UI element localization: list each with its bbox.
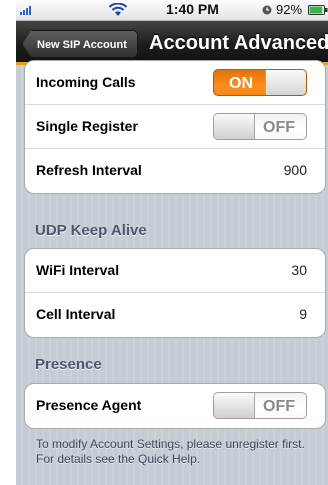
cell-interval-label: Cell Interval — [36, 306, 116, 322]
cell-interval-value: 9 — [299, 306, 307, 322]
toggle-knob — [214, 114, 255, 139]
wifi-icon — [108, 3, 128, 16]
toggle-off-text: OFF — [263, 398, 295, 415]
single-register-toggle[interactable]: OFF — [213, 113, 307, 140]
toggle-on-text: ON — [229, 75, 253, 92]
single-register-label: Single Register — [36, 118, 138, 134]
footer-note: To modify Account Settings, please unreg… — [36, 437, 305, 466]
signal-icon — [20, 5, 31, 15]
back-button[interactable]: New SIP Account — [22, 30, 138, 58]
wifi-interval-row[interactable]: WiFi Interval 30 — [25, 249, 325, 293]
toggle-off-text: OFF — [263, 119, 295, 136]
presence-agent-row: Presence Agent OFF — [25, 384, 325, 428]
status-time: 1:40 PM — [166, 1, 219, 17]
page-title: Account Advanced — [149, 32, 328, 54]
presence-group: Presence Agent OFF — [24, 383, 326, 429]
refresh-interval-value: 900 — [283, 162, 307, 178]
navigation-bar: New SIP Account Account Advanced — [16, 21, 328, 65]
wifi-interval-label: WiFi Interval — [36, 262, 120, 278]
toggle-knob — [265, 70, 306, 95]
incoming-calls-label: Incoming Calls — [36, 74, 136, 90]
presence-header: Presence — [35, 356, 102, 373]
toggle-knob — [214, 393, 255, 418]
phone-screen: 1:40 PM 92% New SIP Account Account Adva… — [16, 0, 328, 485]
presence-agent-toggle[interactable]: OFF — [213, 392, 307, 419]
single-register-row: Single Register OFF — [25, 105, 325, 149]
status-bar: 1:40 PM 92% — [16, 0, 328, 21]
battery-percent: 92% — [276, 2, 303, 17]
wifi-interval-value: 30 — [291, 262, 307, 278]
account-options-group: Incoming Calls ON Single Register OFF Re… — [24, 60, 326, 194]
presence-agent-label: Presence Agent — [36, 397, 142, 413]
alarm-icon — [262, 5, 272, 15]
refresh-interval-label: Refresh Interval — [36, 162, 142, 178]
incoming-calls-row: Incoming Calls ON — [25, 61, 325, 105]
udp-keep-alive-header: UDP Keep Alive — [35, 222, 147, 239]
battery-icon — [308, 5, 328, 15]
refresh-interval-row[interactable]: Refresh Interval 900 — [25, 149, 325, 193]
incoming-calls-toggle[interactable]: ON — [213, 69, 307, 96]
cell-interval-row[interactable]: Cell Interval 9 — [25, 293, 325, 337]
udp-keep-alive-group: WiFi Interval 30 Cell Interval 9 — [24, 248, 326, 338]
